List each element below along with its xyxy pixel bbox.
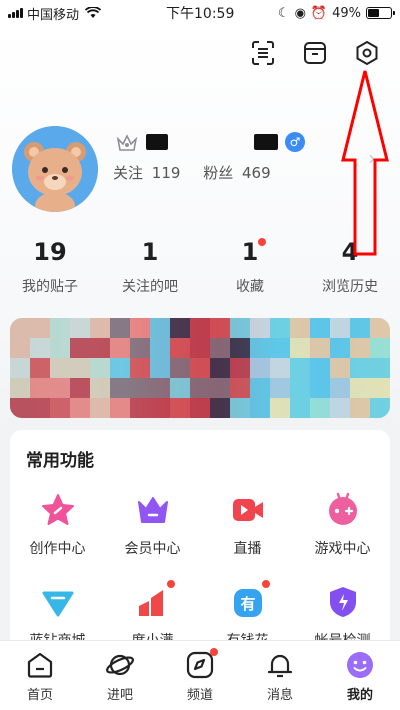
stat-number: 1 <box>241 238 259 266</box>
gender-male-icon: ♂ <box>285 132 305 152</box>
diamond-icon <box>40 584 76 620</box>
annotation-arrow-icon <box>340 68 390 262</box>
wifi-icon <box>85 7 102 18</box>
shield-icon <box>325 584 361 620</box>
username-redacted <box>146 134 168 150</box>
stat-label: 关注的吧 <box>122 279 178 295</box>
crown-icon <box>135 492 171 528</box>
smile-icon <box>345 650 375 680</box>
notification-dot <box>261 580 270 588</box>
bottom-tabbar: 首页 进吧 频道 消息 我的 <box>0 640 400 710</box>
func-creator-center[interactable]: 创作中心 <box>10 492 105 558</box>
box-icon[interactable] <box>300 38 330 68</box>
func-live[interactable]: 直播 <box>200 492 295 558</box>
func-label: 直播 <box>233 541 262 557</box>
scan-icon[interactable] <box>248 38 278 68</box>
func-label: 创作中心 <box>29 541 86 557</box>
stat-label: 我的贴子 <box>22 279 78 295</box>
moon-icon: ☾ <box>277 5 290 21</box>
tab-messages[interactable]: 消息 <box>240 641 320 710</box>
tab-label: 进吧 <box>106 688 133 703</box>
notification-dot <box>258 238 266 246</box>
func-label: 会员中心 <box>124 541 181 557</box>
notification-dot <box>210 648 218 656</box>
tab-label: 我的 <box>346 688 373 703</box>
avatar[interactable] <box>12 126 98 212</box>
stat-my-posts[interactable]: 19 我的贴子 <box>0 236 100 296</box>
stat-number: 19 <box>33 238 67 266</box>
compass-icon <box>185 648 218 680</box>
tab-label: 频道 <box>186 688 213 703</box>
bell-icon <box>265 650 295 680</box>
planet-icon <box>105 650 135 680</box>
svg-text:有: 有 <box>240 595 255 613</box>
tab-bars[interactable]: 进吧 <box>80 641 160 710</box>
level-crown-icon <box>116 133 138 157</box>
func-game-center[interactable]: 游戏中心 <box>295 492 390 558</box>
tab-mine[interactable]: 我的 <box>320 641 400 710</box>
clock: 下午10:59 <box>166 6 235 22</box>
carrier-name: 中国移动 <box>27 7 80 23</box>
tab-label: 首页 <box>26 688 53 703</box>
tab-channel[interactable]: 频道 <box>160 641 240 710</box>
battery-percent: 49% <box>332 5 361 21</box>
stat-label: 浏览历史 <box>322 279 378 295</box>
func-vip-center[interactable]: 会员中心 <box>105 492 200 558</box>
signal-icon <box>8 8 23 18</box>
battery-icon <box>366 7 395 19</box>
follow-stats[interactable]: 关注 119 粉丝 469 <box>113 162 275 183</box>
star-icon <box>40 492 76 528</box>
follow-count: 119 <box>151 164 181 182</box>
fans-count: 469 <box>242 164 271 182</box>
nickname-redacted <box>254 134 278 150</box>
lock-rotation-icon: ◉ <box>294 5 306 21</box>
tab-label: 消息 <box>266 688 293 703</box>
alarm-icon: ⏰ <box>310 5 328 21</box>
follow-label: 关注 <box>113 164 144 182</box>
money-icon: 有 <box>230 580 270 620</box>
notification-dot <box>166 580 175 588</box>
stat-followed-bars[interactable]: 1 关注的吧 <box>100 236 200 296</box>
stat-favorites[interactable]: 1 收藏 <box>200 236 300 296</box>
tab-home[interactable]: 首页 <box>0 641 80 710</box>
gamepad-icon <box>325 492 361 528</box>
chart-icon <box>135 580 175 620</box>
home-icon <box>25 650 55 680</box>
header-icons <box>248 38 382 68</box>
stat-label: 收藏 <box>236 279 264 295</box>
settings-icon[interactable] <box>352 38 382 68</box>
section-title: 常用功能 <box>26 451 94 471</box>
video-icon <box>230 492 266 528</box>
status-bar: 中国移动 下午10:59 ☾ ◉ ⏰ 49% <box>0 0 400 26</box>
promo-banner[interactable] <box>10 318 390 418</box>
fans-label: 粉丝 <box>203 164 234 182</box>
func-label: 游戏中心 <box>314 541 371 557</box>
stat-number: 1 <box>141 238 159 266</box>
